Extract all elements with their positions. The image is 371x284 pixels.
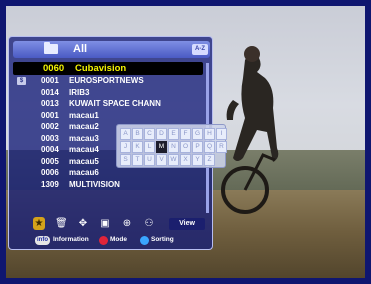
channel-name: macau5 — [69, 156, 99, 166]
key-b[interactable]: B — [132, 128, 143, 140]
key-p[interactable]: P — [192, 141, 203, 153]
channel-name: macau4 — [69, 145, 99, 154]
key-v[interactable]: V — [156, 154, 167, 166]
channel-number: 0001 — [41, 110, 59, 120]
channel-group-header[interactable]: All A-Z — [13, 41, 210, 58]
channel-number: 0001 — [41, 76, 59, 85]
button-legend: info Information Mode Sorting — [13, 235, 210, 247]
key-d[interactable]: D — [156, 128, 167, 140]
key-n[interactable]: N — [168, 141, 179, 153]
channel-row[interactable]: 0014 IRIB3 — [13, 87, 203, 99]
channel-row[interactable]: 0013 KUWAIT SPACE CHANN — [13, 98, 203, 110]
alphabet-key-grid: ABCDEFGHI JKLMNOPQR STUVWXYZ — [120, 128, 227, 166]
key-g[interactable]: G — [192, 128, 203, 140]
key-i[interactable]: I — [216, 128, 227, 140]
key-a[interactable]: A — [120, 128, 131, 140]
channel-number: 0002 — [41, 122, 59, 131]
key-u[interactable]: U — [144, 154, 155, 166]
key-y[interactable]: Y — [192, 154, 203, 166]
sort-az-badge[interactable]: A-Z — [192, 44, 208, 55]
channel-row[interactable]: $ 0001 EUROSPORTNEWS — [13, 75, 203, 87]
alphabet-keyboard: ABCDEFGHI JKLMNOPQR STUVWXYZ — [116, 124, 227, 168]
view-button[interactable]: View — [169, 218, 205, 230]
key-o[interactable]: O — [180, 141, 191, 153]
key-s[interactable]: S — [120, 154, 131, 166]
channel-name: macau1 — [69, 110, 99, 120]
channel-name: macau3 — [69, 133, 99, 143]
mode-label: Mode — [110, 236, 127, 243]
key-e[interactable]: E — [168, 128, 179, 140]
key-h[interactable]: H — [204, 128, 215, 140]
channel-name: EUROSPORTNEWS — [69, 76, 144, 85]
key-r[interactable]: R — [216, 141, 227, 153]
channel-number: 0004 — [41, 145, 59, 154]
key-t[interactable]: T — [132, 154, 143, 166]
users-icon[interactable]: ⚇ — [143, 217, 155, 230]
channel-number: 1309 — [41, 179, 59, 189]
key-m[interactable]: M — [156, 141, 167, 153]
red-button-icon[interactable] — [99, 236, 108, 245]
key-j[interactable]: J — [120, 141, 131, 153]
channel-number: 0060 — [43, 63, 65, 74]
channel-number: 0014 — [41, 87, 59, 97]
lock-icon[interactable]: ⊕ — [121, 217, 133, 230]
key-l[interactable]: L — [144, 141, 155, 153]
delete-icon[interactable]: 🗑 — [55, 217, 68, 230]
key-w[interactable]: W — [168, 154, 179, 166]
channel-name: Cubavision — [75, 63, 127, 74]
channel-row[interactable]: 1309 MULTIVISION — [13, 179, 203, 191]
channel-number: 0003 — [41, 133, 59, 143]
channel-name: macau6 — [69, 168, 99, 177]
channel-name: macau2 — [69, 122, 99, 131]
information-label: Information — [53, 236, 89, 243]
channel-number: 0013 — [41, 99, 59, 108]
favorite-icon[interactable]: ★ — [33, 217, 45, 230]
blue-button-icon[interactable] — [140, 236, 149, 245]
channel-group-label: All — [73, 43, 88, 55]
folder-icon — [44, 42, 58, 54]
sorting-label: Sorting — [151, 236, 174, 243]
key-z[interactable]: Z — [204, 154, 215, 166]
channel-name: MULTIVISION — [69, 179, 120, 189]
key-f[interactable]: F — [180, 128, 191, 140]
info-button-badge[interactable]: info — [35, 236, 50, 245]
channel-number: 0006 — [41, 168, 59, 177]
list-toolbar: ★ 🗑 ✥ ▣ ⊕ ⚇ View — [33, 217, 207, 231]
key-q[interactable]: Q — [204, 141, 215, 153]
channel-row[interactable]: 0001 macau1 — [13, 110, 203, 122]
move-icon[interactable]: ✥ — [77, 217, 89, 230]
key-x[interactable]: X — [180, 154, 191, 166]
channel-number: 0005 — [41, 156, 59, 166]
channel-row[interactable]: 0006 macau6 — [13, 167, 203, 179]
channel-name: IRIB3 — [69, 87, 90, 97]
edit-icon[interactable]: ▣ — [99, 217, 111, 230]
scrambled-icon: $ — [17, 77, 26, 85]
cyclist-figure — [221, 46, 279, 214]
key-k[interactable]: K — [132, 141, 143, 153]
key-c[interactable]: C — [144, 128, 155, 140]
channel-name: KUWAIT SPACE CHANN — [69, 99, 161, 108]
channel-row-selected[interactable]: 0060 Cubavision — [13, 62, 203, 75]
